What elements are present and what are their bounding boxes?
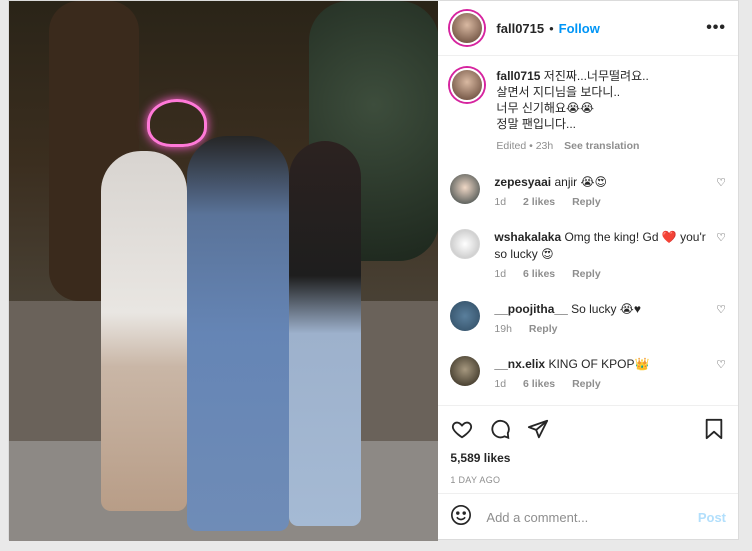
author-avatar[interactable] <box>450 11 485 45</box>
like-comment-heart-icon[interactable]: ♡ <box>716 176 726 189</box>
comment-username[interactable]: __poojitha__ <box>494 302 567 316</box>
post-comment-button[interactable]: Post <box>698 510 726 525</box>
comment-text: anjir 😭😍 <box>554 175 608 189</box>
post-date: 1 DAY AGO <box>450 475 501 485</box>
add-comment-bar: Add a comment... Post <box>438 493 738 541</box>
separator-dot: • <box>549 20 554 36</box>
comment-likes[interactable]: 6 likes <box>523 378 555 390</box>
comments-list[interactable]: fall0715 저진짜...너무떨려요.. 살면서 지디님을 보다니.. 너무… <box>438 56 738 405</box>
post-sidebar: fall0715 • Follow ••• fall0715 저진짜...너무떨… <box>438 1 738 541</box>
likes-count[interactable]: 5,589 likes <box>438 451 738 471</box>
comment-likes[interactable]: 2 likes <box>523 196 555 208</box>
emoji-icon[interactable] <box>450 504 472 531</box>
comment-bubble-icon[interactable] <box>488 417 512 441</box>
photo-person-center <box>187 136 289 531</box>
caption-time: Edited • 23h <box>496 140 554 152</box>
follow-button[interactable]: Follow <box>559 21 600 36</box>
comment-age: 1d <box>494 268 507 280</box>
comment-likes[interactable]: 6 likes <box>523 268 555 280</box>
comment-username[interactable]: __nx.elix <box>494 357 545 371</box>
commenter-avatar[interactable] <box>450 229 481 259</box>
reply-button[interactable]: Reply <box>572 268 601 280</box>
comment-item: wshakalaka Omg the king! Gd ❤️ you'r so … <box>450 229 726 283</box>
comment-item: zepesyaai anjir 😭😍 1d 2 likes Reply ♡ <box>450 174 726 211</box>
neon-heart-sign <box>147 99 207 147</box>
comment-username[interactable]: wshakalaka <box>494 230 561 244</box>
reply-button[interactable]: Reply <box>529 323 558 335</box>
author-username[interactable]: fall0715 <box>496 21 544 36</box>
post-header: fall0715 • Follow ••• <box>438 1 738 56</box>
comment-input[interactable]: Add a comment... <box>486 510 697 525</box>
action-bar <box>438 405 738 451</box>
comment-item: __nx.elix KING OF KPOP👑 1d 6 likes Reply… <box>450 356 726 393</box>
like-comment-heart-icon[interactable]: ♡ <box>716 358 726 371</box>
comment-age: 1d <box>494 378 507 390</box>
caption-avatar[interactable] <box>450 68 485 102</box>
commenter-avatar[interactable] <box>450 174 481 204</box>
comment-text: So lucky 😭♥ <box>571 302 641 316</box>
post-modal: fall0715 • Follow ••• fall0715 저진짜...너무떨… <box>8 0 739 541</box>
reply-button[interactable]: Reply <box>572 378 601 390</box>
see-translation-link[interactable]: See translation <box>564 140 639 152</box>
like-heart-icon[interactable] <box>450 417 474 441</box>
post-photo[interactable] <box>9 1 439 541</box>
reply-button[interactable]: Reply <box>572 196 601 208</box>
commenter-avatar[interactable] <box>450 301 481 331</box>
like-comment-heart-icon[interactable]: ♡ <box>716 231 726 244</box>
comment-text: KING OF KPOP👑 <box>548 357 650 371</box>
share-send-icon[interactable] <box>526 417 550 441</box>
comment-age: 1d <box>494 196 507 208</box>
photo-person-right <box>289 141 361 526</box>
bookmark-icon[interactable] <box>702 417 726 441</box>
comment-username[interactable]: zepesyaai <box>494 175 551 189</box>
more-options-icon[interactable]: ••• <box>706 19 726 37</box>
photo-person-left <box>101 151 187 511</box>
commenter-avatar[interactable] <box>450 356 481 386</box>
comment-item: __poojitha__ So lucky 😭♥ 19h Reply ♡ <box>450 301 726 338</box>
caption-username[interactable]: fall0715 <box>496 69 540 83</box>
comment-age: 19h <box>494 323 512 335</box>
caption: fall0715 저진짜...너무떨려요.. 살면서 지디님을 보다니.. 너무… <box>450 68 726 154</box>
like-comment-heart-icon[interactable]: ♡ <box>716 303 726 316</box>
